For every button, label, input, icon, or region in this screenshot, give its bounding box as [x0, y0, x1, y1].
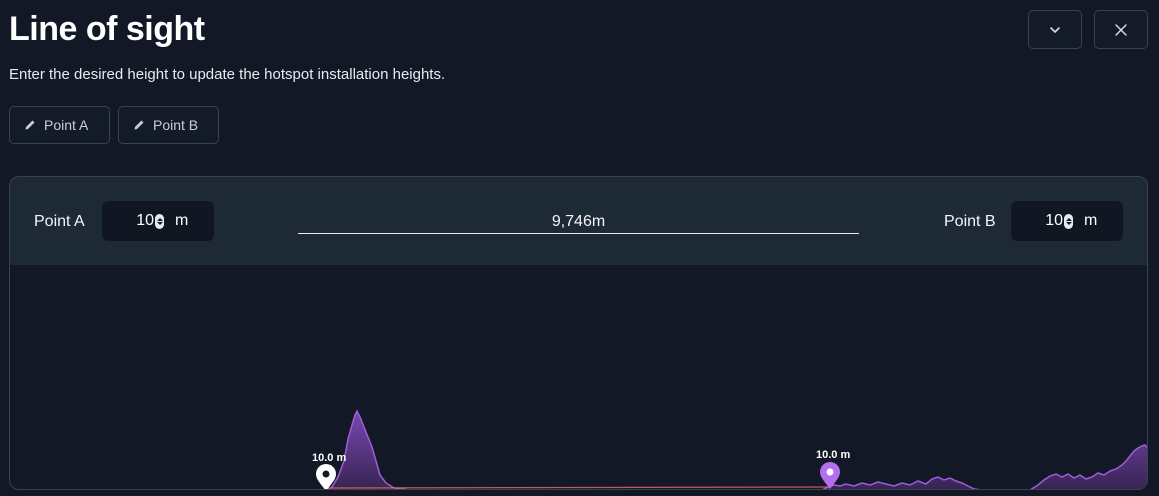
- close-button[interactable]: [1094, 10, 1148, 49]
- edit-point-a-button[interactable]: Point A: [9, 106, 110, 144]
- point-a-height-field[interactable]: m: [102, 201, 214, 241]
- page-subtitle: Enter the desired height to update the h…: [9, 66, 446, 83]
- point-a-unit: m: [175, 212, 189, 229]
- point-a-label: Point A: [34, 213, 85, 230]
- pencil-icon: [134, 120, 144, 130]
- elevation-profile: 10.0 m 10.0 m: [312, 409, 1147, 489]
- sight-line: [325, 486, 831, 489]
- point-a-marker-label: 10.0 m: [312, 452, 346, 464]
- line-of-sight-card: Point A m 9,746m Point B m: [9, 176, 1148, 490]
- close-icon: [1115, 23, 1127, 36]
- height-controls-bar: Point A m 9,746m Point B m: [10, 177, 1147, 265]
- page-title: Line of sight: [9, 10, 205, 48]
- point-b-height-input[interactable]: [1021, 212, 1063, 230]
- collapse-button[interactable]: [1028, 10, 1082, 49]
- distance-label: 9,746m: [551, 213, 606, 230]
- point-b-height-stepper[interactable]: [1064, 213, 1073, 229]
- chevron-down-icon: [1050, 26, 1060, 33]
- point-b-label: Point B: [944, 213, 996, 230]
- point-b-height-field[interactable]: m: [1011, 201, 1123, 241]
- terrain-area: [327, 409, 1147, 489]
- distance-line: [298, 233, 859, 234]
- point-b-marker-label: 10.0 m: [816, 449, 850, 461]
- edit-point-b-label: Point B: [153, 117, 199, 133]
- point-a-height-stepper[interactable]: [155, 213, 164, 229]
- point-b-unit: m: [1084, 212, 1098, 229]
- edit-point-b-button[interactable]: Point B: [118, 106, 219, 144]
- line-of-sight-panel: Line of sight Enter the desired height t…: [0, 0, 1159, 496]
- point-a-height-input[interactable]: [112, 212, 154, 230]
- edit-point-a-label: Point A: [44, 117, 89, 133]
- point-b-marker: 10.0 m: [816, 449, 850, 489]
- pencil-icon: [25, 120, 35, 130]
